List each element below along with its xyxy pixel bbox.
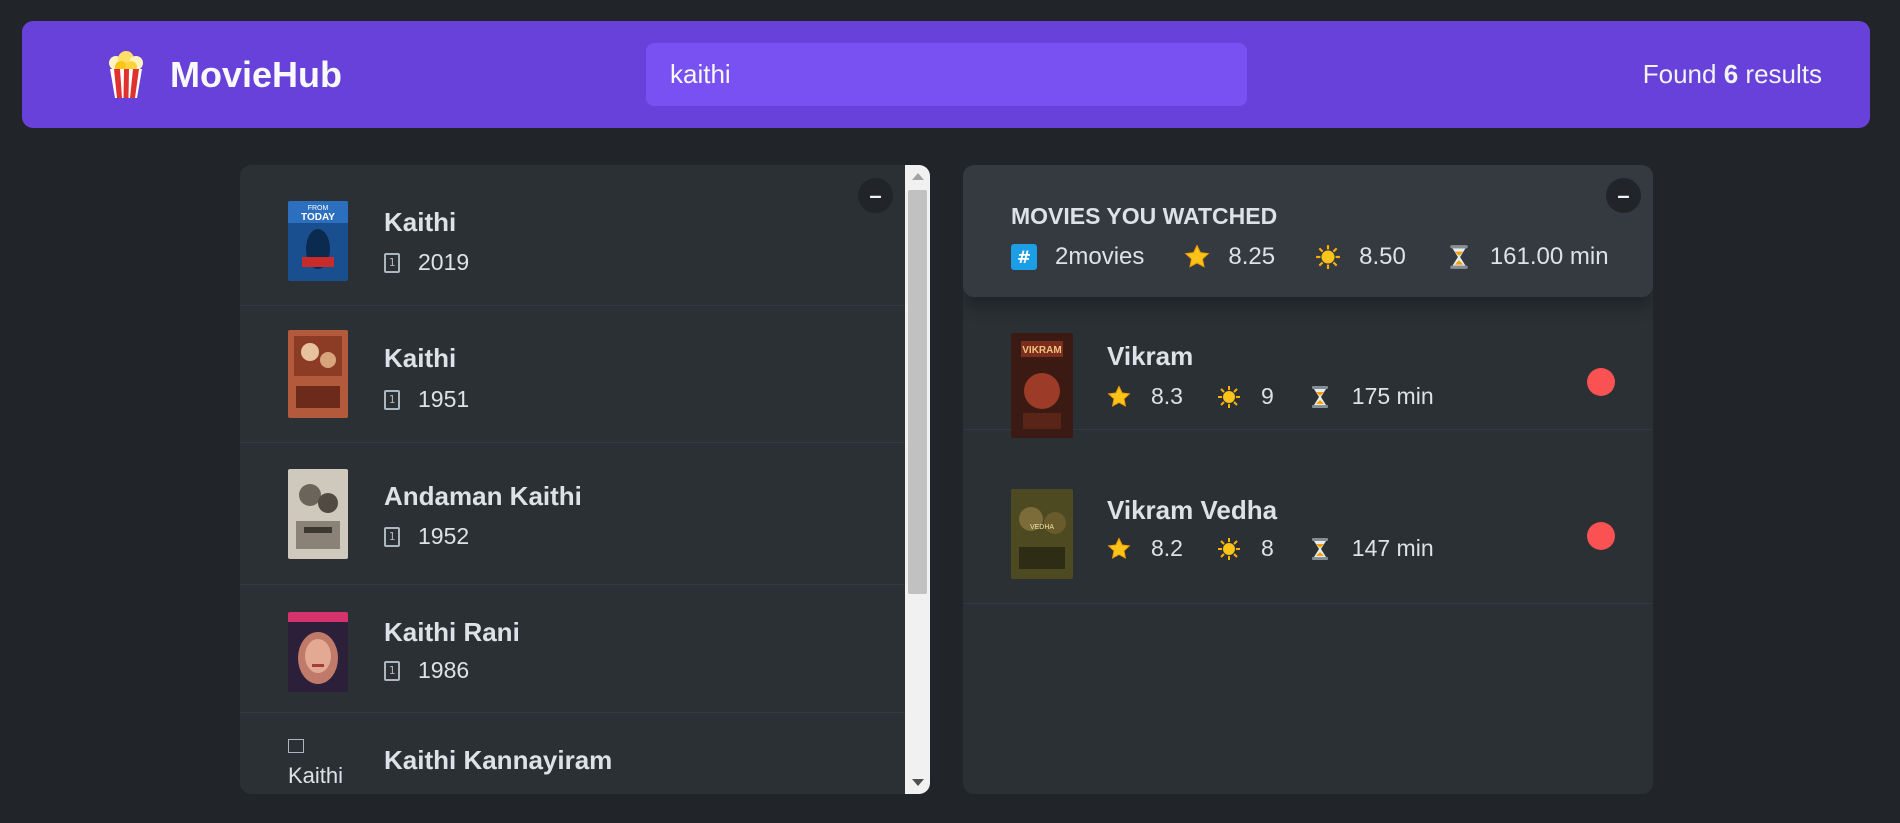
- watched-item: VIKRAM Vikram 8.3 9 175 min: [963, 297, 1653, 438]
- results-number: 6: [1723, 59, 1739, 89]
- glowing-star-icon: [1316, 245, 1341, 269]
- movie-poster: FROM TODAY: [288, 201, 348, 281]
- summary-imdb-rating: 8.25: [1184, 243, 1275, 271]
- movie-poster: [288, 612, 348, 692]
- movie-poster: [288, 469, 348, 559]
- movie-stats: 8.2 8 147 min: [1107, 535, 1468, 562]
- movie-year: 1 2019: [384, 249, 469, 276]
- svg-text:VEDHA: VEDHA: [1030, 524, 1054, 531]
- broken-poster-image: Kaithi: [288, 737, 343, 789]
- watched-item: VEDHA Vikram Vedha 8.2 8 147 min: [963, 465, 1653, 604]
- results-count: Found 6 results: [1643, 59, 1822, 90]
- svg-text:TODAY: TODAY: [301, 212, 335, 223]
- movie-year: 1 1951: [384, 386, 469, 413]
- navbar: MovieHub Found 6 results: [22, 21, 1870, 128]
- user-rating-value: 9: [1260, 383, 1274, 409]
- list-item[interactable]: Kaithi 1 1951: [240, 306, 905, 443]
- summary-user-rating: 8.50: [1315, 243, 1406, 271]
- scroll-down-arrow-icon[interactable]: [912, 779, 924, 786]
- runtime: 175 min: [1308, 383, 1434, 410]
- summary-runtime: 161.00 min: [1446, 243, 1609, 271]
- movie-title: Kaithi: [384, 207, 457, 237]
- search-results-box: – FROM TODAY Kaithi 1 2019 Kaithi 1 1951…: [240, 165, 930, 794]
- movie-title: Vikram: [1107, 341, 1194, 371]
- movie-year: 1 1986: [384, 657, 469, 684]
- search-input[interactable]: [646, 43, 1247, 106]
- summary-count-value: 2movies: [1055, 243, 1145, 270]
- calendar-icon: 1: [384, 252, 400, 273]
- results-prefix: Found: [1642, 59, 1717, 89]
- movie-stats: 8.3 9 175 min: [1107, 383, 1468, 410]
- scroll-up-arrow-icon[interactable]: [912, 173, 924, 180]
- collapse-watched-button[interactable]: –: [1606, 178, 1641, 213]
- calendar-icon: 1: [384, 389, 400, 410]
- glowing-star-icon: [1217, 385, 1240, 408]
- movie-poster: [288, 330, 348, 418]
- hash-icon: #: [1011, 244, 1037, 270]
- hourglass-icon: [1311, 385, 1328, 408]
- movie-poster: VIKRAM: [1011, 333, 1073, 438]
- movie-year-value: 2019: [418, 249, 470, 275]
- calendar-icon: 1: [384, 660, 400, 681]
- list-item[interactable]: FROM TODAY Kaithi 1 2019: [240, 165, 905, 306]
- broken-image-icon: [288, 739, 304, 753]
- imdb-rating: 8.2: [1107, 535, 1183, 562]
- list-item[interactable]: Kaithi Kaithi Kannayiram: [240, 713, 905, 794]
- app-name: MovieHub: [170, 54, 343, 95]
- search-results-list: FROM TODAY Kaithi 1 2019 Kaithi 1 1951 A…: [240, 165, 905, 794]
- hourglass-icon: [1311, 537, 1328, 560]
- scrollbar[interactable]: [905, 165, 930, 794]
- calendar-icon: 1: [384, 526, 400, 547]
- glowing-star-icon: [1217, 537, 1240, 560]
- summary-imdb-value: 8.25: [1228, 243, 1276, 270]
- runtime: 147 min: [1308, 535, 1434, 562]
- svg-text:#: #: [1017, 248, 1031, 268]
- imdb-rating-value: 8.2: [1151, 535, 1183, 561]
- hourglass-icon: [1450, 245, 1468, 269]
- delete-watched-button[interactable]: [1587, 522, 1615, 550]
- summary-user-value: 8.50: [1359, 243, 1406, 270]
- movie-poster: VEDHA: [1011, 489, 1073, 579]
- scrollbar-thumb[interactable]: [908, 190, 927, 594]
- popcorn-icon: [109, 51, 143, 98]
- movie-title: Kaithi Kannayiram: [384, 745, 613, 775]
- watched-summary: Movies you watched # 2movies 8.25: [963, 165, 1653, 297]
- results-suffix: results: [1745, 59, 1822, 89]
- movie-title: Vikram Vedha: [1107, 495, 1278, 525]
- imdb-rating-value: 8.3: [1151, 383, 1183, 409]
- movie-title: Kaithi Rani: [384, 617, 520, 647]
- summary-heading: Movies you watched: [1011, 203, 1278, 229]
- runtime-value: 175 min: [1351, 383, 1434, 409]
- runtime-value: 147 min: [1351, 535, 1434, 561]
- logo: MovieHub: [102, 51, 342, 99]
- movie-year-value: 1952: [418, 523, 470, 549]
- summary-count: # 2movies: [1011, 243, 1144, 271]
- list-item[interactable]: Kaithi Rani 1 1986: [240, 585, 905, 713]
- star-icon: [1107, 536, 1131, 559]
- imdb-rating: 8.3: [1107, 383, 1183, 410]
- poster-alt-text: Kaithi: [288, 763, 344, 788]
- summary-stats: # 2movies 8.25 8.50 161.00 min: [1011, 243, 1649, 271]
- star-icon: [1107, 384, 1131, 407]
- movie-year-value: 1951: [418, 386, 470, 412]
- movie-year: 1 1952: [384, 523, 469, 550]
- star-icon: [1184, 244, 1210, 268]
- movie-title: Kaithi: [384, 343, 457, 373]
- svg-text:FROM: FROM: [308, 205, 329, 212]
- user-rating: 9: [1217, 383, 1274, 410]
- watched-box: – Movies you watched # 2movies 8.25: [963, 165, 1653, 794]
- collapse-results-button[interactable]: –: [858, 178, 893, 213]
- delete-watched-button[interactable]: [1587, 368, 1615, 396]
- svg-text:VIKRAM: VIKRAM: [1022, 345, 1061, 356]
- list-item[interactable]: Andaman Kaithi 1 1952: [240, 443, 905, 585]
- summary-runtime-value: 161.00 min: [1489, 243, 1609, 270]
- movie-title: Andaman Kaithi: [384, 481, 582, 511]
- user-rating: 8: [1217, 535, 1274, 562]
- user-rating-value: 8: [1260, 535, 1274, 561]
- movie-year-value: 1986: [418, 657, 470, 683]
